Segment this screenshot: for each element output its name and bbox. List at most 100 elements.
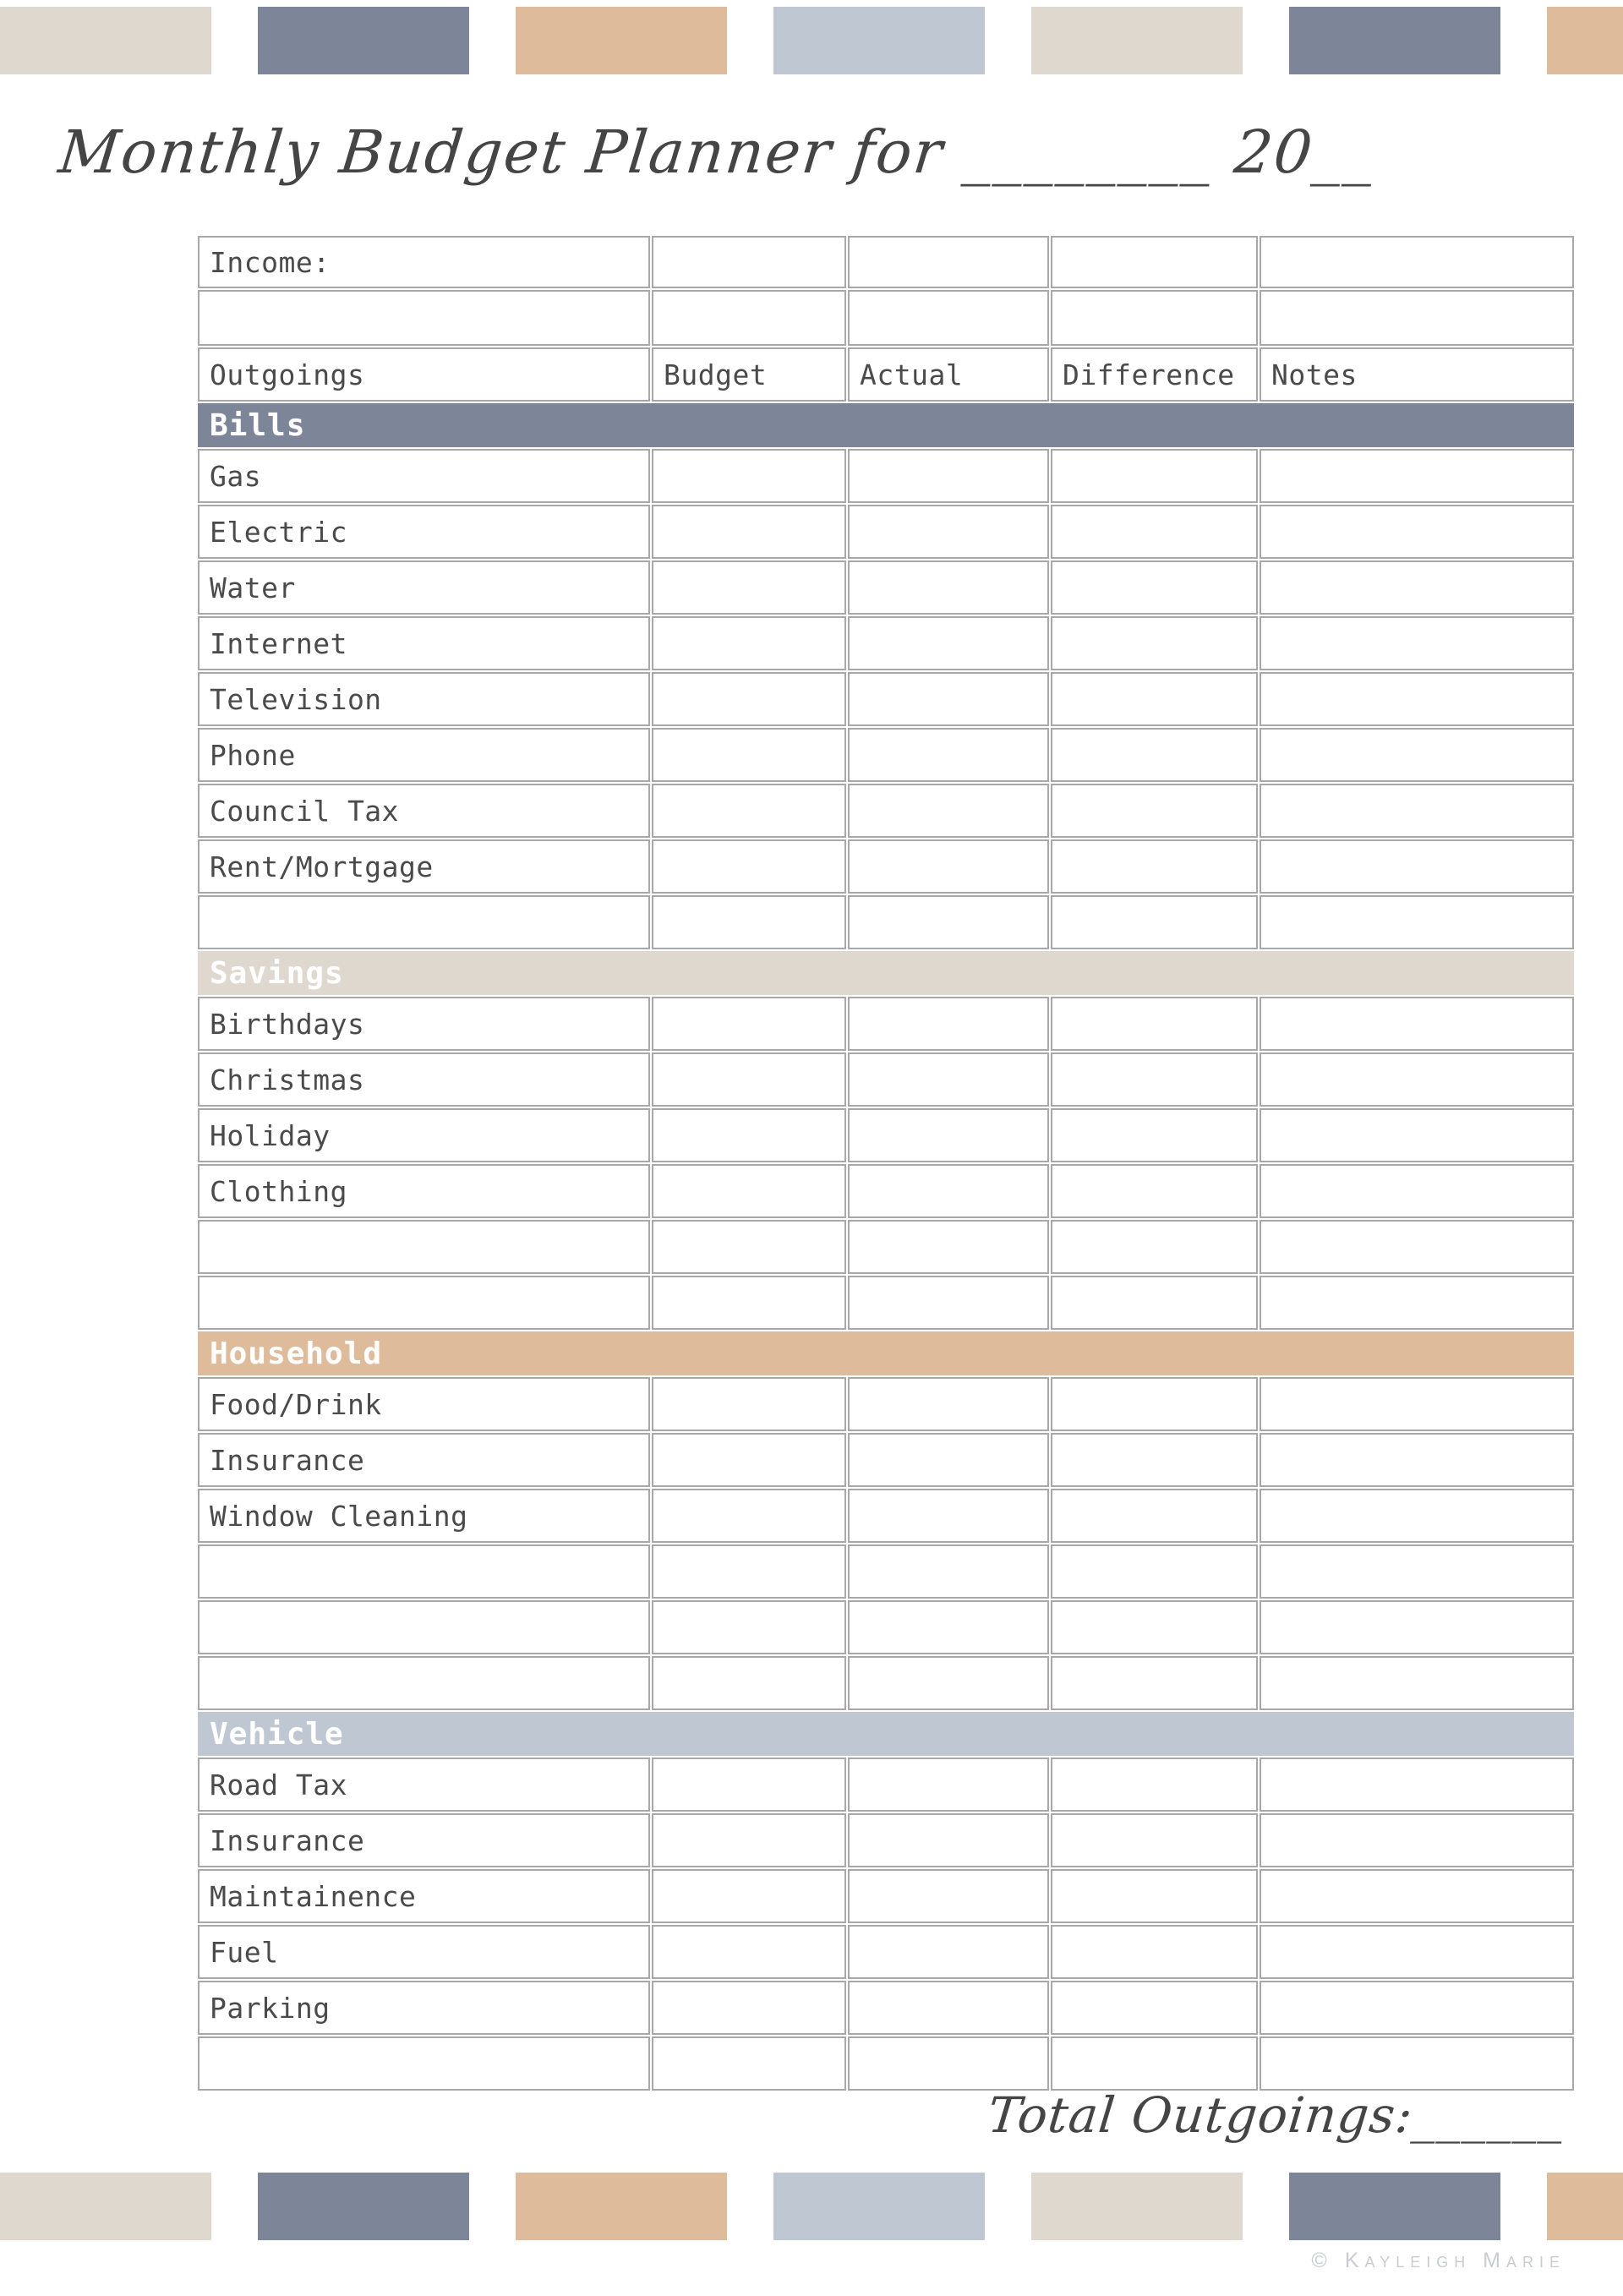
row-value-cell[interactable]: [652, 560, 846, 615]
row-value-cell[interactable]: [848, 997, 1049, 1051]
row-value-cell[interactable]: [1260, 839, 1574, 894]
row-value-cell[interactable]: [1051, 1813, 1258, 1867]
row-value-cell[interactable]: [652, 1433, 846, 1487]
row-value-cell[interactable]: [1260, 505, 1574, 559]
blank-entry-cell[interactable]: [1260, 2036, 1574, 2091]
blank-entry-cell[interactable]: [848, 1276, 1049, 1330]
blank-entry-cell[interactable]: [1260, 1276, 1574, 1330]
blank-entry-cell[interactable]: [1051, 1220, 1258, 1274]
blank-entry-cell[interactable]: [1051, 2036, 1258, 2091]
row-value-cell[interactable]: [652, 728, 846, 782]
row-value-cell[interactable]: [848, 1925, 1049, 1979]
row-value-cell[interactable]: [1260, 616, 1574, 670]
row-value-cell[interactable]: [1051, 616, 1258, 670]
row-value-cell[interactable]: [652, 672, 846, 726]
row-value-cell[interactable]: [848, 505, 1049, 559]
blank-entry-cell[interactable]: [198, 1656, 650, 1710]
blank-entry-cell[interactable]: [1260, 1656, 1574, 1710]
blank-entry-cell[interactable]: [1051, 1544, 1258, 1599]
row-value-cell[interactable]: [652, 1981, 846, 2035]
row-value-cell[interactable]: [848, 1108, 1049, 1162]
row-value-cell[interactable]: [652, 1813, 846, 1867]
blank-entry-cell[interactable]: [652, 1220, 846, 1274]
row-value-cell[interactable]: [1051, 728, 1258, 782]
row-value-cell[interactable]: [1051, 449, 1258, 503]
row-value-cell[interactable]: [1051, 1925, 1258, 1979]
row-value-cell[interactable]: [652, 449, 846, 503]
row-value-cell[interactable]: [652, 1925, 846, 1979]
row-value-cell[interactable]: [1051, 1981, 1258, 2035]
row-value-cell[interactable]: [652, 1377, 846, 1431]
blank-entry-cell[interactable]: [1051, 1276, 1258, 1330]
row-value-cell[interactable]: [848, 839, 1049, 894]
blank-entry-cell[interactable]: [1260, 1600, 1574, 1654]
blank-entry-cell[interactable]: [652, 1544, 846, 1599]
row-value-cell[interactable]: [848, 784, 1049, 838]
row-value-cell[interactable]: [848, 672, 1049, 726]
row-value-cell[interactable]: [1051, 1164, 1258, 1218]
row-value-cell[interactable]: [652, 505, 846, 559]
blank-entry-cell[interactable]: [198, 1600, 650, 1654]
row-value-cell[interactable]: [1260, 1489, 1574, 1543]
blank-entry-cell[interactable]: [1260, 1220, 1574, 1274]
row-value-cell[interactable]: [1260, 1813, 1574, 1867]
blank-entry-cell[interactable]: [1051, 1656, 1258, 1710]
row-value-cell[interactable]: [848, 560, 1049, 615]
row-value-cell[interactable]: [1260, 997, 1574, 1051]
row-value-cell[interactable]: [652, 616, 846, 670]
income-blank-cell[interactable]: [198, 290, 650, 346]
row-value-cell[interactable]: [1260, 1869, 1574, 1923]
row-value-cell[interactable]: [1260, 1052, 1574, 1107]
blank-entry-cell[interactable]: [198, 2036, 650, 2091]
row-value-cell[interactable]: [1260, 672, 1574, 726]
row-value-cell[interactable]: [848, 728, 1049, 782]
row-value-cell[interactable]: [652, 1489, 846, 1543]
blank-entry-cell[interactable]: [848, 1656, 1049, 1710]
blank-entry-cell[interactable]: [848, 1600, 1049, 1654]
row-value-cell[interactable]: [848, 1052, 1049, 1107]
row-value-cell[interactable]: [1260, 1164, 1574, 1218]
blank-entry-cell[interactable]: [848, 2036, 1049, 2091]
row-value-cell[interactable]: [1051, 1489, 1258, 1543]
row-value-cell[interactable]: [1051, 1052, 1258, 1107]
row-value-cell[interactable]: [1051, 672, 1258, 726]
income-value-cell[interactable]: [1260, 236, 1574, 288]
row-value-cell[interactable]: [652, 784, 846, 838]
row-value-cell[interactable]: [1260, 1377, 1574, 1431]
row-value-cell[interactable]: [848, 1813, 1049, 1867]
income-value-cell[interactable]: [848, 236, 1049, 288]
row-value-cell[interactable]: [848, 1489, 1049, 1543]
row-value-cell[interactable]: [652, 1164, 846, 1218]
blank-entry-cell[interactable]: [652, 1656, 846, 1710]
row-value-cell[interactable]: [848, 616, 1049, 670]
blank-entry-cell[interactable]: [198, 1276, 650, 1330]
row-value-cell[interactable]: [1260, 449, 1574, 503]
income-blank-cell[interactable]: [652, 290, 846, 346]
blank-entry-cell[interactable]: [848, 895, 1049, 949]
row-value-cell[interactable]: [848, 1433, 1049, 1487]
row-value-cell[interactable]: [1260, 784, 1574, 838]
blank-entry-cell[interactable]: [1260, 895, 1574, 949]
row-value-cell[interactable]: [1051, 839, 1258, 894]
blank-entry-cell[interactable]: [848, 1220, 1049, 1274]
income-blank-cell[interactable]: [1051, 290, 1258, 346]
row-value-cell[interactable]: [848, 1377, 1049, 1431]
row-value-cell[interactable]: [652, 1758, 846, 1812]
blank-entry-cell[interactable]: [198, 1220, 650, 1274]
row-value-cell[interactable]: [1051, 1758, 1258, 1812]
row-value-cell[interactable]: [1051, 1869, 1258, 1923]
row-value-cell[interactable]: [1260, 1981, 1574, 2035]
row-value-cell[interactable]: [1260, 1925, 1574, 1979]
row-value-cell[interactable]: [1260, 560, 1574, 615]
row-value-cell[interactable]: [1051, 560, 1258, 615]
blank-entry-cell[interactable]: [198, 1544, 650, 1599]
blank-entry-cell[interactable]: [1260, 1544, 1574, 1599]
blank-entry-cell[interactable]: [848, 1544, 1049, 1599]
row-value-cell[interactable]: [1051, 505, 1258, 559]
row-value-cell[interactable]: [1260, 728, 1574, 782]
row-value-cell[interactable]: [1051, 1433, 1258, 1487]
blank-entry-cell[interactable]: [1051, 1600, 1258, 1654]
row-value-cell[interactable]: [848, 449, 1049, 503]
blank-entry-cell[interactable]: [652, 2036, 846, 2091]
row-value-cell[interactable]: [848, 1869, 1049, 1923]
